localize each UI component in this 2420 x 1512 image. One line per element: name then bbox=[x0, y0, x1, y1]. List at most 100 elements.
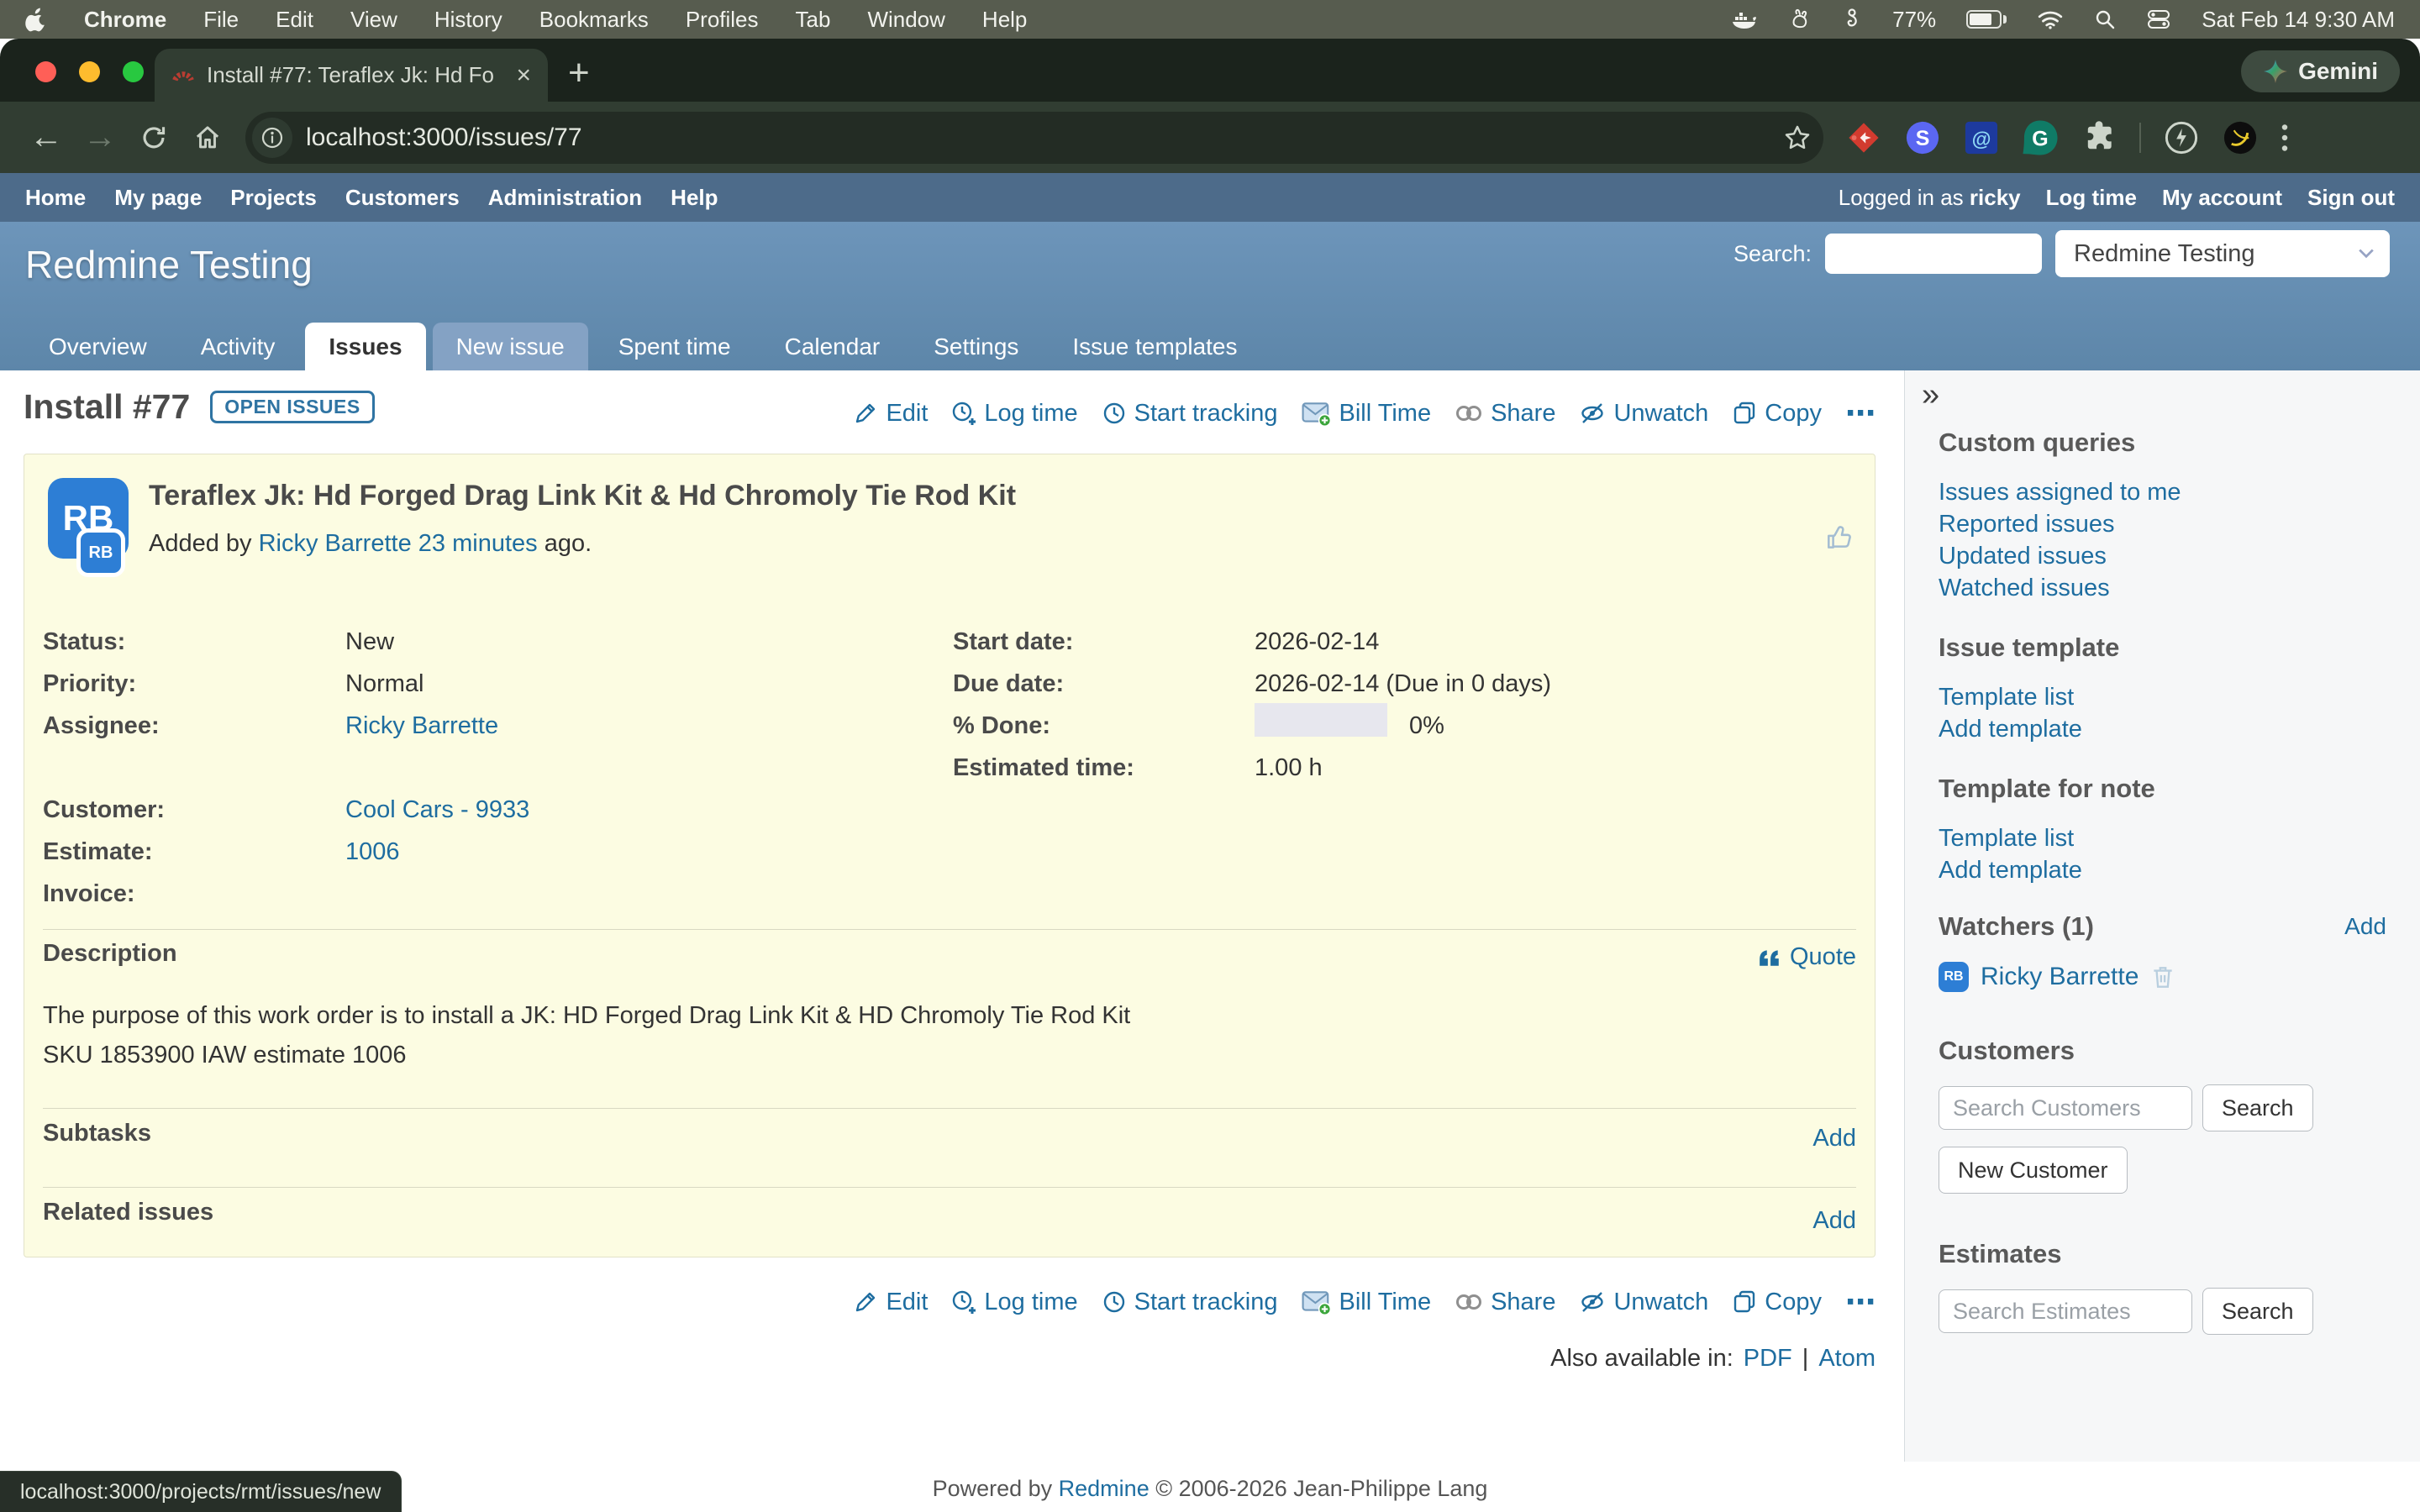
unwatch-button[interactable]: Unwatch bbox=[1579, 400, 1708, 428]
project-jump-select[interactable]: Redmine Testing bbox=[2055, 230, 2390, 277]
more-actions-button-bottom[interactable]: ⋯ bbox=[1845, 1294, 1876, 1310]
tab-settings[interactable]: Settings bbox=[910, 323, 1042, 370]
copy-button-bottom[interactable]: Copy bbox=[1732, 1289, 1822, 1316]
menubar-icon-monkey[interactable] bbox=[1842, 8, 1862, 31]
copy-button[interactable]: Copy bbox=[1732, 400, 1822, 428]
query-updated-issues[interactable]: Updated issues bbox=[1939, 540, 2420, 572]
customers-search-button[interactable]: Search bbox=[2202, 1084, 2313, 1131]
menubar-item-window[interactable]: Window bbox=[867, 7, 944, 33]
menubar-item-chrome[interactable]: Chrome bbox=[84, 7, 166, 33]
docker-menu-icon[interactable] bbox=[1731, 8, 1758, 30]
bill-time-button-bottom[interactable]: Bill Time bbox=[1302, 1289, 1432, 1316]
more-actions-button[interactable]: ⋯ bbox=[1845, 405, 1876, 422]
menubar-item-edit[interactable]: Edit bbox=[276, 7, 313, 33]
export-atom-link[interactable]: Atom bbox=[1818, 1345, 1876, 1373]
menubar-item-view[interactable]: View bbox=[350, 7, 397, 33]
account-my-account[interactable]: My account bbox=[2162, 185, 2282, 211]
added-time-link[interactable]: 23 minutes bbox=[418, 530, 538, 557]
delete-watcher-icon[interactable] bbox=[2150, 963, 2175, 990]
close-window-button[interactable] bbox=[35, 61, 56, 82]
share-button[interactable]: Share bbox=[1455, 400, 1555, 428]
tab-spent-time[interactable]: Spent time bbox=[595, 323, 755, 370]
add-subtask-link[interactable]: Add bbox=[1812, 1125, 1856, 1152]
field-value-estimate[interactable]: 1006 bbox=[345, 831, 400, 873]
unwatch-button-bottom[interactable]: Unwatch bbox=[1579, 1289, 1708, 1316]
extension-icon-s-circle[interactable]: S bbox=[1904, 119, 1941, 156]
menubar-item-profiles[interactable]: Profiles bbox=[686, 7, 759, 33]
query-reported-issues[interactable]: Reported issues bbox=[1939, 508, 2420, 540]
edit-button-bottom[interactable]: Edit bbox=[853, 1289, 928, 1316]
edit-button[interactable]: Edit bbox=[853, 400, 928, 428]
account-sign-out[interactable]: Sign out bbox=[2307, 185, 2395, 211]
gemini-button[interactable]: Gemini bbox=[2241, 50, 2400, 92]
top-menu-home[interactable]: Home bbox=[25, 185, 86, 211]
top-menu-administration[interactable]: Administration bbox=[488, 185, 642, 211]
bookmark-star-icon[interactable] bbox=[1783, 123, 1812, 152]
top-menu-projects[interactable]: Projects bbox=[230, 185, 317, 211]
browser-menu-kebab-icon[interactable] bbox=[2281, 122, 2289, 154]
query-watched-issues[interactable]: Watched issues bbox=[1939, 572, 2420, 604]
tab-activity[interactable]: Activity bbox=[177, 323, 299, 370]
customers-search-input[interactable] bbox=[1939, 1086, 2192, 1130]
performance-leaf-icon[interactable] bbox=[2163, 119, 2200, 156]
tab-close-icon[interactable]: × bbox=[516, 63, 531, 88]
site-info-icon[interactable] bbox=[252, 118, 292, 158]
new-tab-button[interactable]: + bbox=[568, 52, 590, 94]
tab-issues[interactable]: Issues bbox=[305, 323, 425, 370]
menubar-item-help[interactable]: Help bbox=[982, 7, 1027, 33]
grammarly-icon[interactable]: G bbox=[2022, 119, 2059, 156]
menubar-item-bookmarks[interactable]: Bookmarks bbox=[539, 7, 649, 33]
sidebar-collapse-icon[interactable]: » bbox=[1922, 377, 2420, 417]
url-text[interactable]: localhost:3000/issues/77 bbox=[306, 123, 1783, 152]
top-menu-my-page[interactable]: My page bbox=[114, 185, 202, 211]
bill-time-button[interactable]: Bill Time bbox=[1302, 400, 1432, 428]
search-input[interactable] bbox=[1825, 234, 2042, 274]
watcher-name-link[interactable]: Ricky Barrette bbox=[1981, 963, 2139, 991]
tab-new-issue[interactable]: New issue bbox=[433, 323, 588, 370]
zoom-window-button[interactable] bbox=[123, 61, 144, 82]
log-time-button[interactable]: Log time bbox=[951, 400, 1077, 428]
query-issues-assigned-to-me[interactable]: Issues assigned to me bbox=[1939, 476, 2420, 508]
add-watcher-link[interactable]: Add bbox=[2344, 913, 2386, 940]
export-pdf-link[interactable]: PDF bbox=[1744, 1345, 1792, 1373]
note-template-list-link[interactable]: Template list bbox=[1939, 822, 2420, 854]
field-value-customer[interactable]: Cool Cars - 9933 bbox=[345, 789, 529, 831]
author-link[interactable]: Ricky Barrette bbox=[259, 530, 412, 557]
home-button[interactable] bbox=[183, 123, 232, 152]
field-value-assignee[interactable]: Ricky Barrette bbox=[345, 705, 498, 747]
menubar-item-tab[interactable]: Tab bbox=[796, 7, 831, 33]
account-log-time[interactable]: Log time bbox=[2046, 185, 2137, 211]
share-button-bottom[interactable]: Share bbox=[1455, 1289, 1555, 1316]
menubar-icon-rabbit[interactable] bbox=[1788, 8, 1812, 31]
profile-avatar[interactable] bbox=[2222, 119, 2259, 156]
redmine-link[interactable]: Redmine bbox=[1059, 1476, 1150, 1501]
tab-issue-templates[interactable]: Issue templates bbox=[1049, 323, 1260, 370]
forward-button[interactable]: → bbox=[76, 118, 124, 156]
minimize-window-button[interactable] bbox=[79, 61, 100, 82]
open-issues-badge[interactable]: OPEN ISSUES bbox=[210, 391, 374, 423]
top-menu-help[interactable]: Help bbox=[671, 185, 718, 211]
issue-add-template-link[interactable]: Add template bbox=[1939, 713, 2420, 745]
start-tracking-button[interactable]: Start tracking bbox=[1102, 400, 1278, 428]
new-customer-button[interactable]: New Customer bbox=[1939, 1147, 2128, 1194]
control-center-icon[interactable] bbox=[2146, 9, 2171, 29]
tab-calendar[interactable]: Calendar bbox=[761, 323, 904, 370]
estimates-search-button[interactable]: Search bbox=[2202, 1288, 2313, 1335]
apple-icon[interactable] bbox=[25, 7, 47, 32]
add-related-issue-link[interactable]: Add bbox=[1812, 1207, 1856, 1235]
estimates-search-input[interactable] bbox=[1939, 1289, 2192, 1333]
wifi-icon[interactable] bbox=[2037, 9, 2064, 29]
log-time-button-bottom[interactable]: Log time bbox=[951, 1289, 1077, 1316]
tab-overview[interactable]: Overview bbox=[25, 323, 171, 370]
extension-icon-at-lock[interactable]: @ bbox=[1963, 119, 2000, 156]
menubar-clock[interactable]: Sat Feb 14 9:30 AM bbox=[2202, 7, 2395, 33]
top-menu-customers[interactable]: Customers bbox=[345, 185, 460, 211]
note-add-template-link[interactable]: Add template bbox=[1939, 854, 2420, 886]
browser-tab[interactable]: Install #77: Teraflex Jk: Hd Fo × bbox=[155, 49, 548, 102]
extensions-puzzle-icon[interactable] bbox=[2081, 119, 2118, 156]
menubar-item-history[interactable]: History bbox=[434, 7, 502, 33]
quote-button[interactable]: Quote bbox=[1758, 943, 1856, 971]
url-bar[interactable]: localhost:3000/issues/77 bbox=[245, 112, 1823, 164]
extension-icon-red[interactable] bbox=[1845, 119, 1882, 156]
reload-button[interactable] bbox=[129, 123, 178, 152]
